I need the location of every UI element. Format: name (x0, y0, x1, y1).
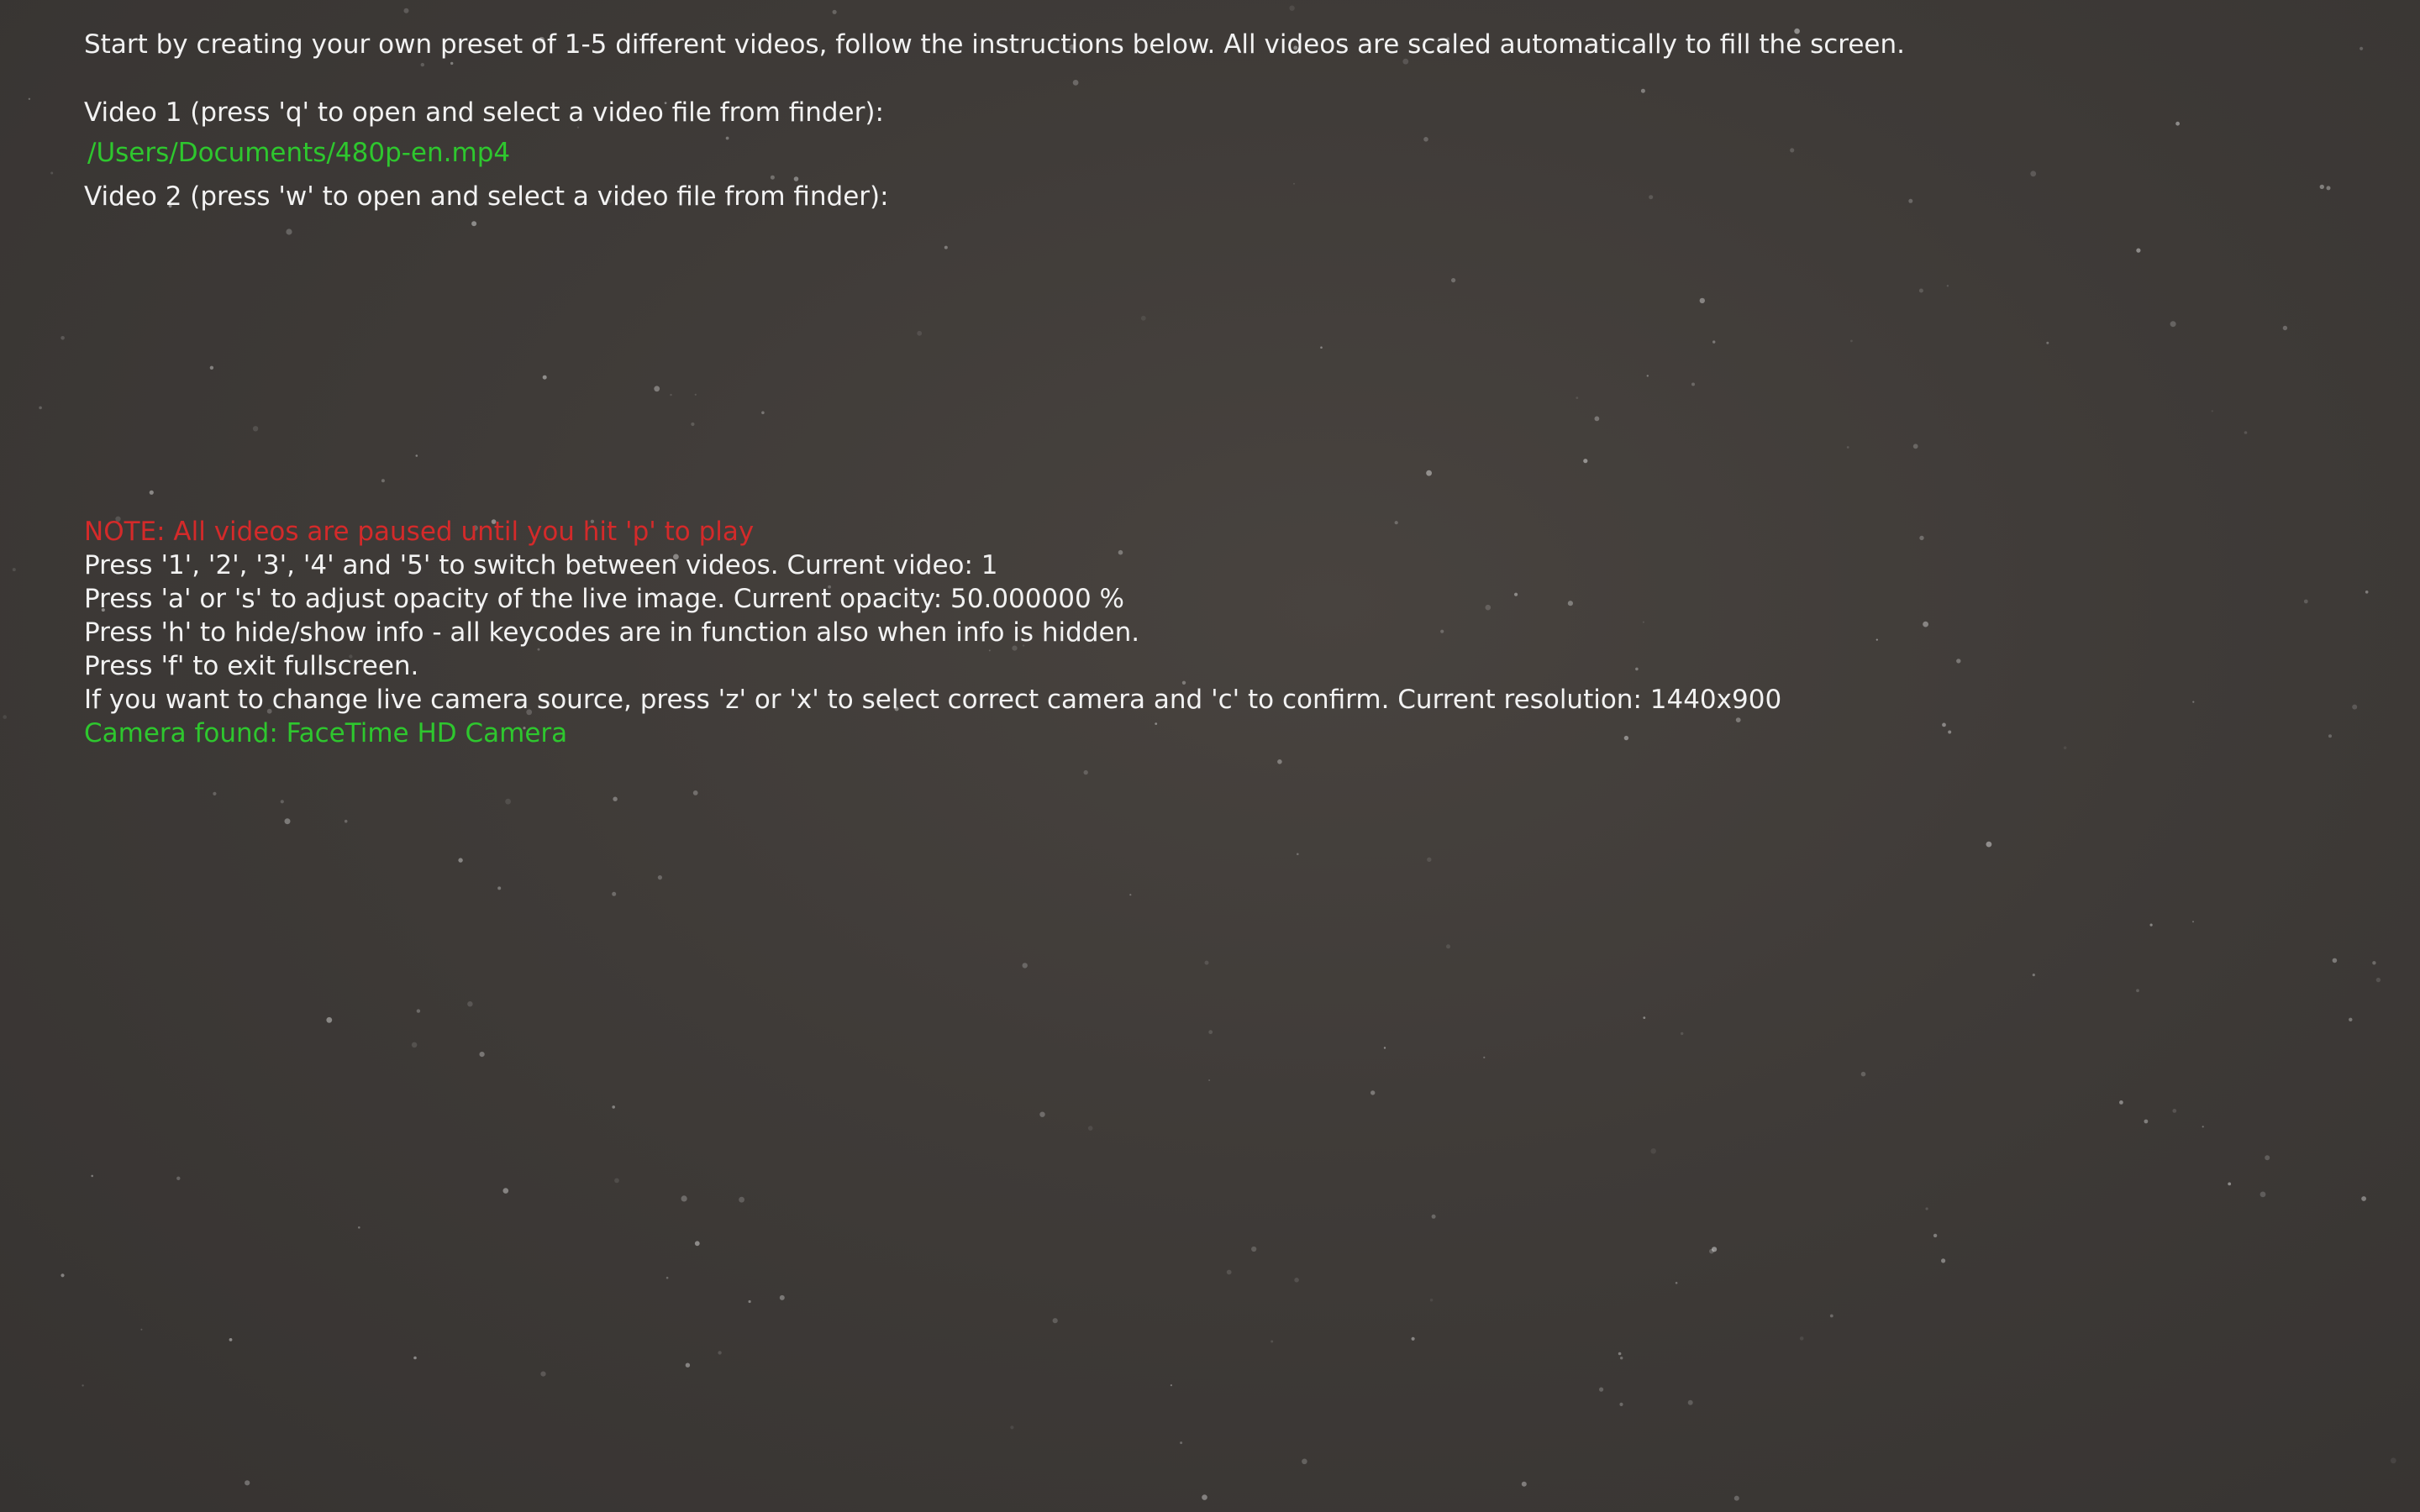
video-2-prompt: Video 2 (press 'w' to open and select a … (84, 181, 889, 212)
switch-instruction: Press '1', '2', '3', '4' and '5' to swit… (84, 550, 998, 580)
camera-status: Camera found: FaceTime HD Camera (84, 718, 568, 748)
fullscreen-instruction: Press 'f' to exit fullscreen. (84, 651, 419, 681)
opacity-instruction: Press 'a' or 's' to adjust opacity of th… (84, 584, 1124, 614)
video-1-path: /Users/Documents/480p-en.mp4 (87, 138, 511, 168)
camera-instruction: If you want to change live camera source… (84, 685, 1782, 715)
pause-note: NOTE: All videos are paused until you hi… (84, 517, 755, 547)
background-texture (3, 5, 2396, 1501)
intro-text: Start by creating your own preset of 1-5… (84, 29, 1905, 60)
video-1-prompt: Video 1 (press 'q' to open and select a … (84, 97, 884, 128)
info-instruction: Press 'h' to hide/show info - all keycod… (84, 617, 1140, 648)
